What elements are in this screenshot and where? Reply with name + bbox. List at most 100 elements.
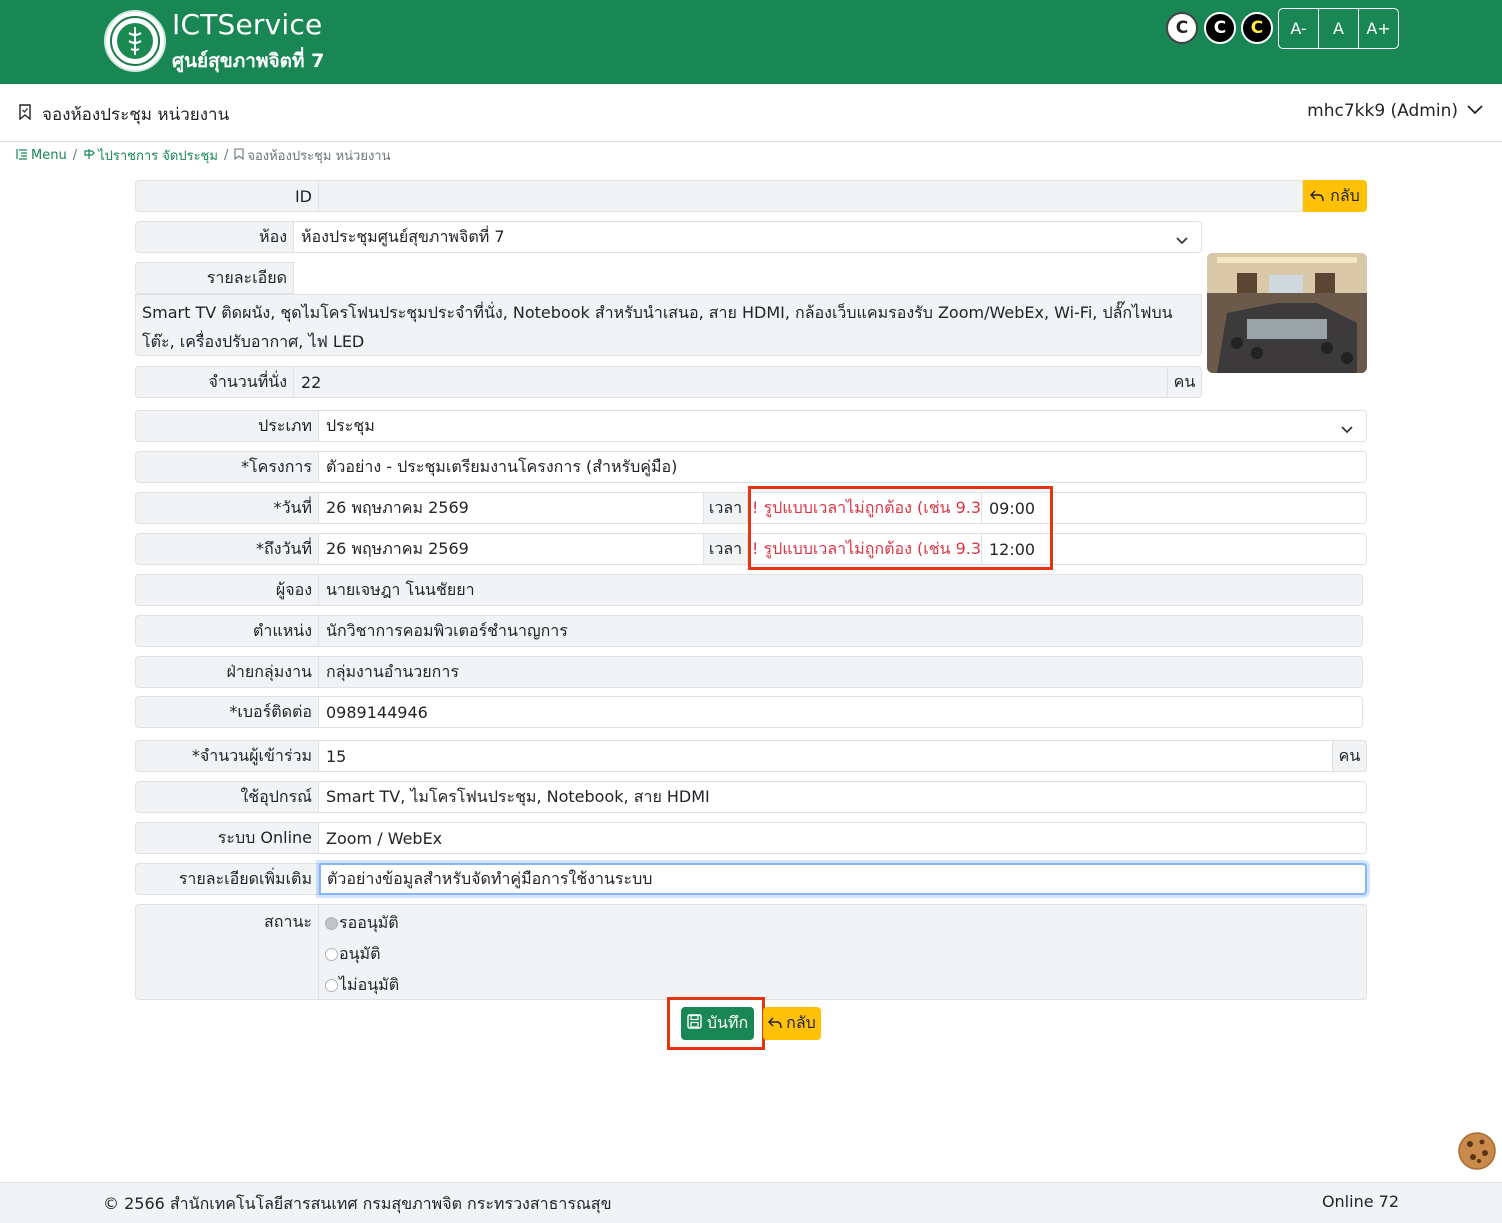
type-row: ประเภท ประชุม: [135, 410, 1367, 442]
booker-value: นายเจษฎา โนนชัยยา: [319, 574, 1363, 606]
seats-value: 22: [294, 366, 1168, 398]
booker-row: ผู้จอง นายเจษฎา โนนชัยยา: [135, 574, 1363, 606]
footer-copyright: © 2566 สำนักเทคโนโลยีสารสนเทศ กรมสุขภาพจ…: [103, 1194, 612, 1213]
save-button[interactable]: บันทึก: [681, 1007, 754, 1040]
todate-label: *ถึงวันที่: [135, 533, 319, 565]
attendees-unit: คน: [1333, 740, 1367, 772]
reply-icon: [1310, 187, 1324, 206]
online-row: ระบบ Online Zoom / WebEx: [135, 822, 1367, 854]
page-title: จองห้องประชุม หน่วยงาน: [42, 105, 230, 125]
online-count: Online 72: [1321, 1192, 1399, 1211]
page-title-wrap: จองห้องประชุม หน่วยงาน: [18, 101, 229, 128]
sub-header: จองห้องประชุม หน่วยงาน mhc7kk9 (Admin): [0, 84, 1502, 142]
type-select[interactable]: ประชุม: [319, 410, 1367, 442]
chevron-down-icon: [1466, 101, 1484, 121]
breadcrumb-separator: /: [223, 148, 229, 163]
dept-value: กลุ่มงานอำนวยการ: [319, 656, 1363, 688]
booker-label: ผู้จอง: [135, 574, 319, 606]
more-input[interactable]: ตัวอย่างข้อมูลสำหรับจัดทำคู่มือการใช้งาน…: [319, 863, 1367, 895]
equip-label: ใช้อุปกรณ์: [135, 781, 319, 813]
project-label: *โครงการ: [135, 451, 319, 483]
project-row: *โครงการ ตัวอย่าง - ประชุมเตรียมงานโครงก…: [135, 451, 1367, 483]
id-row: ID กลับ: [135, 180, 1367, 212]
room-select[interactable]: ห้องประชุมศูนย์สุขภาพจิตที่ 7: [294, 221, 1202, 253]
contrast-yellow-button[interactable]: C: [1241, 12, 1273, 44]
room-label: ห้อง: [135, 221, 294, 253]
time-start-warning: ! รูปแบบเวลาไม่ถูกต้อง (เช่น 9.30): [748, 492, 982, 524]
cookie-icon[interactable]: [1457, 1131, 1497, 1171]
font-normal-button[interactable]: A: [1319, 9, 1359, 48]
status-options: รออนุมัติ อนุมัติ ไม่อนุมัติ: [319, 904, 1367, 1000]
attendees-input[interactable]: 15: [319, 740, 1333, 772]
room-row: ห้อง ห้องประชุมศูนย์สุขภาพจิตที่ 7: [135, 221, 1202, 253]
position-row: ตำแหน่ง นักวิชาการคอมพิวเตอร์ชำนาญการ: [135, 615, 1363, 647]
breadcrumb-meeting-link[interactable]: ไปราชการ จัดประชุม: [83, 145, 218, 166]
back-button-bottom[interactable]: กลับ: [763, 1007, 821, 1040]
time-start-input[interactable]: 09:00: [982, 492, 1367, 524]
reply-icon: [768, 1014, 782, 1033]
attendees-label: *จำนวนผู้เข้าร่วม: [135, 740, 319, 772]
online-input[interactable]: Zoom / WebEx: [319, 822, 1367, 854]
time-end-input[interactable]: 12:00: [982, 533, 1367, 565]
more-label: รายละเอียดเพิ่มเติม: [135, 863, 319, 895]
radio-icon: [325, 948, 338, 961]
contrast-default-button[interactable]: C: [1166, 12, 1198, 44]
phone-input[interactable]: 0989144946: [319, 696, 1363, 728]
seats-unit: คน: [1168, 366, 1202, 398]
user-name: mhc7kk9 (Admin): [1307, 101, 1458, 121]
status-label: สถานะ: [135, 904, 319, 1000]
app-subtitle: ศูนย์สุขภาพจิตที่ 7: [172, 50, 325, 72]
position-label: ตำแหน่ง: [135, 615, 319, 647]
todate-row: *ถึงวันที่ 26 พฤษภาคม 2569 เวลา ! รูปแบบ…: [135, 533, 1367, 565]
date-label: *วันที่: [135, 492, 319, 524]
seats-row: จำนวนที่นั่ง 22 คน: [135, 366, 1202, 398]
bookmark-icon: [18, 104, 32, 125]
detail-label-row: รายละเอียด: [135, 262, 294, 294]
font-increase-button[interactable]: A+: [1359, 9, 1398, 48]
radio-icon: [325, 917, 338, 930]
footer: © 2566 สำนักเทคโนโลยีสารสนเทศ กรมสุขภาพจ…: [0, 1182, 1502, 1223]
bookmark-icon: [234, 147, 244, 164]
signpost-icon: [83, 148, 95, 164]
chevron-down-icon: [1340, 420, 1354, 439]
top-header: ICTService ศูนย์สุขภาพจิตที่ 7 C C C A- …: [0, 0, 1502, 84]
radio-icon: [325, 979, 338, 992]
app-title: ICTService: [172, 8, 323, 41]
list-icon: [16, 148, 28, 164]
breadcrumb-menu-link[interactable]: Menu: [16, 148, 67, 164]
more-row: รายละเอียดเพิ่มเติม ตัวอย่างข้อมูลสำหรับ…: [135, 863, 1367, 895]
equip-input[interactable]: Smart TV, ไมโครโฟนประชุม, Notebook, สาย …: [319, 781, 1367, 813]
room-photo: [1207, 253, 1367, 373]
time-label: เวลา: [704, 492, 748, 524]
detail-label: รายละเอียด: [135, 262, 294, 294]
back-button-top[interactable]: กลับ: [1303, 180, 1367, 212]
breadcrumb: Menu / ไปราชการ จัดประชุม / จองห้องประชุ…: [16, 145, 391, 166]
ministry-logo: [104, 10, 166, 72]
status-option-rejected[interactable]: ไม่อนุมัติ: [325, 970, 1366, 1001]
dept-row: ฝ่ายกลุ่มงาน กลุ่มงานอำนวยการ: [135, 656, 1363, 688]
position-value: นักวิชาการคอมพิวเตอร์ชำนาญการ: [319, 615, 1363, 647]
phone-label: *เบอร์ติดต่อ: [135, 696, 319, 728]
chevron-down-icon: [1175, 231, 1189, 250]
contrast-dark-button[interactable]: C: [1204, 12, 1236, 44]
todate-input[interactable]: 26 พฤษภาคม 2569: [319, 533, 704, 565]
date-input[interactable]: 26 พฤษภาคม 2569: [319, 492, 704, 524]
breadcrumb-current: จองห้องประชุม หน่วยงาน: [234, 145, 391, 166]
phone-row: *เบอร์ติดต่อ 0989144946: [135, 696, 1363, 728]
type-label: ประเภท: [135, 410, 319, 442]
font-decrease-button[interactable]: A-: [1279, 9, 1319, 48]
id-input[interactable]: [319, 180, 1303, 212]
attendees-row: *จำนวนผู้เข้าร่วม 15 คน: [135, 740, 1367, 772]
status-option-approved[interactable]: อนุมัติ: [325, 939, 1366, 970]
user-menu[interactable]: mhc7kk9 (Admin): [1307, 101, 1484, 121]
status-group: สถานะ รออนุมัติ อนุมัติ ไม่อนุมัติ: [135, 904, 1367, 1000]
time-end-warning: ! รูปแบบเวลาไม่ถูกต้อง (เช่น 9.30): [748, 533, 982, 565]
floppy-disk-icon: [687, 1014, 702, 1033]
project-input[interactable]: ตัวอย่าง - ประชุมเตรียมงานโครงการ (สำหรั…: [319, 451, 1367, 483]
status-option-pending[interactable]: รออนุมัติ: [325, 908, 1366, 939]
date-row: *วันที่ 26 พฤษภาคม 2569 เวลา ! รูปแบบเวล…: [135, 492, 1367, 524]
breadcrumb-separator: /: [72, 148, 78, 163]
font-size-group: A- A A+: [1278, 8, 1399, 49]
room-detail-text: Smart TV ติดผนัง, ชุดไมโครโฟนประชุมประจำ…: [135, 294, 1202, 356]
seats-label: จำนวนที่นั่ง: [135, 366, 294, 398]
